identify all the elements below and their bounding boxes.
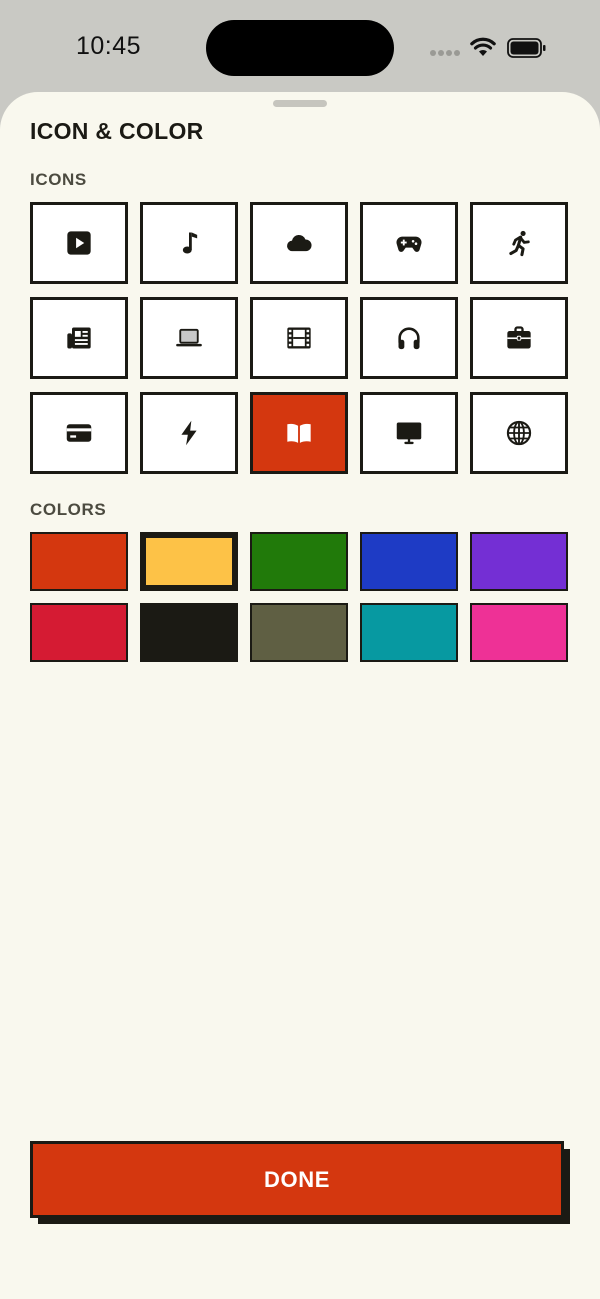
color-swatch[interactable] — [30, 603, 128, 662]
cellular-signal-icon — [430, 50, 460, 56]
color-swatch[interactable] — [250, 603, 348, 662]
icon-option-music[interactable] — [140, 202, 238, 284]
play-icon — [67, 231, 91, 255]
icon-option-laptop[interactable] — [140, 297, 238, 379]
color-swatch[interactable] — [250, 532, 348, 591]
cloud-icon — [287, 234, 312, 252]
icon-color-sheet: ICON & COLOR ICONS COLORS DONE — [0, 92, 600, 1299]
laptop-icon — [176, 328, 202, 347]
done-button[interactable]: DONE — [30, 1141, 564, 1218]
battery-icon — [507, 38, 546, 58]
icon-grid — [30, 202, 570, 474]
book-icon — [287, 423, 311, 443]
dynamic-island — [206, 20, 394, 76]
credit-card-icon — [66, 424, 92, 442]
icon-option-cloud[interactable] — [250, 202, 348, 284]
icon-option-play[interactable] — [30, 202, 128, 284]
color-swatch[interactable] — [360, 532, 458, 591]
status-time: 10:45 — [76, 32, 142, 60]
status-bar: 10:45 — [0, 0, 600, 92]
sheet-title: ICON & COLOR — [30, 118, 204, 144]
headphones-icon — [398, 327, 420, 350]
sheet-grabber[interactable] — [273, 100, 327, 107]
icon-option-gamepad[interactable] — [360, 202, 458, 284]
color-grid — [30, 532, 570, 662]
color-swatch[interactable] — [470, 532, 568, 591]
icon-option-film[interactable] — [250, 297, 348, 379]
running-figure-icon — [509, 230, 530, 257]
icon-option-monitor[interactable] — [360, 392, 458, 474]
icon-option-credit-card[interactable] — [30, 392, 128, 474]
color-swatch[interactable] — [140, 603, 238, 662]
briefcase-icon — [507, 326, 531, 349]
color-swatch[interactable] — [30, 532, 128, 591]
color-swatch[interactable] — [360, 603, 458, 662]
colors-section-label: COLORS — [30, 500, 107, 519]
globe-icon — [506, 420, 532, 446]
film-icon — [287, 327, 311, 349]
icon-option-bolt[interactable] — [140, 392, 238, 474]
bolt-icon — [181, 420, 197, 446]
icon-option-book[interactable] — [250, 392, 348, 474]
music-note-icon — [182, 232, 198, 254]
icons-section-label: ICONS — [30, 170, 87, 189]
icon-option-running[interactable] — [470, 202, 568, 284]
icon-option-globe[interactable] — [470, 392, 568, 474]
gamepad-icon — [396, 236, 422, 252]
icon-option-newspaper[interactable] — [30, 297, 128, 379]
wifi-icon — [470, 37, 496, 56]
monitor-icon — [396, 422, 422, 445]
icon-option-headphones[interactable] — [360, 297, 458, 379]
newspaper-icon — [67, 327, 91, 349]
color-swatch[interactable] — [470, 603, 568, 662]
color-swatch[interactable] — [140, 532, 238, 591]
icon-option-briefcase[interactable] — [470, 297, 568, 379]
